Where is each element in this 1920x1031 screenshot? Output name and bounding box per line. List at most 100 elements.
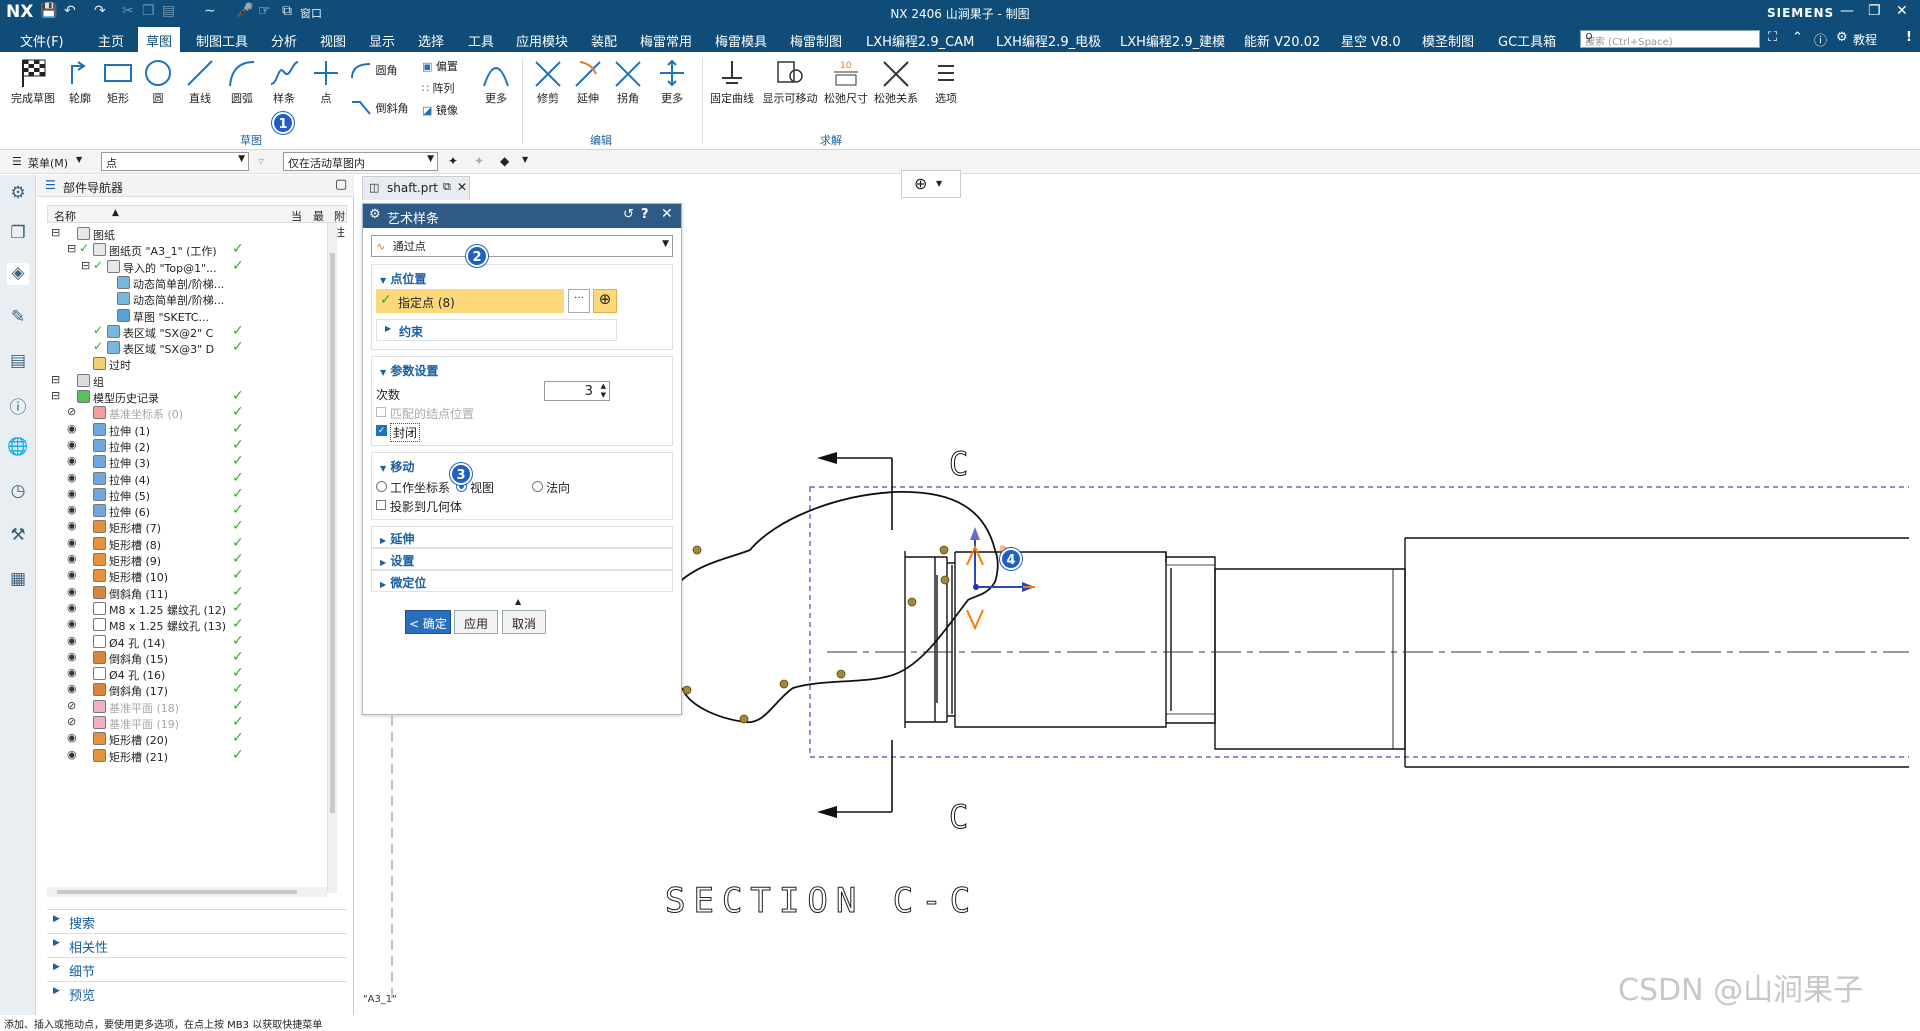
extend-section[interactable]: ▶ 延伸 <box>371 526 673 548</box>
reset-icon[interactable]: ↺ <box>623 207 634 222</box>
part-navigator-icon[interactable]: ◈ <box>7 263 29 285</box>
point-dialog-button[interactable]: … <box>568 289 590 313</box>
tab-display[interactable]: 显示 <box>369 31 395 50</box>
visibility-eye-icon[interactable]: ◉ <box>67 454 77 467</box>
assembly-navigator-icon[interactable]: ❐ <box>7 223 29 245</box>
spline-point[interactable] <box>682 685 692 695</box>
minimize-icon[interactable]: — <box>1840 3 1854 19</box>
visibility-eye-icon[interactable]: ◉ <box>67 552 77 565</box>
offset-button[interactable]: ▣ 偏置 <box>422 58 472 74</box>
line-button[interactable]: 直线 <box>182 58 218 106</box>
section-dependencies[interactable]: ▶ 相关性 <box>47 933 347 956</box>
tab-select[interactable]: 选择 <box>418 31 444 50</box>
maximize-icon[interactable]: ▢ <box>335 177 347 192</box>
options-button[interactable]: 选项 <box>928 58 964 106</box>
tab-applications[interactable]: 应用模块 <box>516 31 568 50</box>
close-icon[interactable]: ✕ <box>1896 3 1908 19</box>
spinner-icon[interactable]: ▲ ▼ <box>601 382 606 400</box>
expand-toggle-icon[interactable]: ⊟ <box>81 259 90 272</box>
tab-nengxin[interactable]: 能新 V20.02 <box>1244 31 1320 50</box>
radio-wcs[interactable] <box>376 481 387 492</box>
document-tab[interactable]: ◫ shaft.prt ⧉ ✕ <box>362 176 470 200</box>
expand-toggle-icon[interactable]: ⊟ <box>51 389 60 402</box>
move-header[interactable]: ▼ 移动 <box>380 458 414 475</box>
menu-icon[interactable]: ☰ <box>12 155 22 168</box>
specify-point-row[interactable]: ✓ 指定点 (8) <box>376 289 564 313</box>
info-icon[interactable]: ⓘ <box>7 393 29 418</box>
degree-input[interactable]: 3 ▲ ▼ <box>544 381 610 401</box>
visibility-eye-icon[interactable]: ◉ <box>67 650 77 663</box>
visibility-eye-icon[interactable]: ◉ <box>67 471 77 484</box>
fine-section[interactable]: ▶ 微定位 <box>371 570 673 592</box>
visibility-eye-icon[interactable]: ◉ <box>67 536 77 549</box>
visibility-eye-icon[interactable]: ◉ <box>67 519 77 532</box>
visibility-eye-icon[interactable]: ⊘ <box>67 405 76 418</box>
tab-mosheng[interactable]: 模圣制图 <box>1422 31 1474 50</box>
spline-point[interactable] <box>739 714 749 724</box>
expand-toggle-icon[interactable]: ⊟ <box>51 373 60 386</box>
col-latest[interactable]: 最 <box>313 208 324 224</box>
tab-analysis[interactable]: 分析 <box>271 31 297 50</box>
search-input[interactable]: 搜索 (Ctrl+Space) ⚲ <box>1580 30 1760 48</box>
point-button[interactable]: 点 <box>308 58 344 106</box>
sort-up-icon[interactable]: ▲ <box>112 208 119 218</box>
cancel-button[interactable]: 取消 <box>502 610 546 634</box>
visibility-eye-icon[interactable]: ◉ <box>67 617 77 630</box>
extend-button[interactable]: 延伸 <box>570 58 606 106</box>
spline-point[interactable] <box>836 669 846 679</box>
tab-meilei-mold[interactable]: 梅雷模具 <box>715 31 767 50</box>
circle-button[interactable]: 圆 <box>140 58 176 106</box>
visibility-eye-icon[interactable]: ◉ <box>67 422 77 435</box>
snap-point-widget[interactable]: ⊕ ▼ <box>901 170 961 198</box>
profile-button[interactable]: 轮廓 <box>62 58 98 106</box>
alert-icon[interactable]: ! <box>1906 30 1912 45</box>
visibility-eye-icon[interactable]: ◉ <box>67 585 77 598</box>
collapse-ribbon-icon[interactable]: ⌃ <box>1792 30 1803 45</box>
history-clock-icon[interactable]: ◷ <box>7 481 29 503</box>
navigator-menu-icon[interactable]: ☰ <box>45 178 56 192</box>
spline-defining-points[interactable] <box>682 545 950 724</box>
section-preview[interactable]: ▶ 预览 <box>47 981 347 1004</box>
close-icon[interactable]: ✕ <box>661 206 673 222</box>
pin-icon[interactable]: ⧉ <box>443 180 451 194</box>
tree-scrollbar[interactable] <box>327 223 337 893</box>
edit-more-button[interactable]: 更多 <box>652 58 692 106</box>
tab-assembly[interactable]: 装配 <box>591 31 617 50</box>
rectangle-button[interactable]: 矩形 <box>100 58 136 106</box>
point-snap-icon[interactable]: ◆ <box>500 154 509 168</box>
tutorial-icon[interactable]: ⚙ <box>1836 30 1848 45</box>
spline-type-select[interactable]: ∿ 通过点 ▼ <box>371 235 673 257</box>
visibility-eye-icon[interactable]: ⊘ <box>67 699 76 712</box>
apply-button[interactable]: 应用 <box>454 610 498 634</box>
tab-lxh-modeling[interactable]: LXH编程2.9_建模 <box>1120 31 1225 50</box>
visibility-eye-icon[interactable]: ◉ <box>67 634 77 647</box>
mirror-button[interactable]: ◪ 镜像 <box>422 102 472 118</box>
relax-dimension-button[interactable]: 10 松弛尺寸 <box>822 58 870 106</box>
col-current[interactable]: 当 <box>291 208 302 224</box>
spline-point[interactable] <box>939 545 949 555</box>
visibility-eye-icon[interactable]: ◉ <box>67 438 77 451</box>
tree-hscrollbar[interactable] <box>47 887 327 897</box>
pattern-button[interactable]: ∷ 阵列 <box>422 80 472 96</box>
tab-meilei-drafting[interactable]: 梅雷制图 <box>790 31 842 50</box>
tab-xingkong[interactable]: 星空 V8.0 <box>1341 31 1401 50</box>
tab-meilei-common[interactable]: 梅雷常用 <box>640 31 692 50</box>
help-icon[interactable]: ? <box>641 207 649 222</box>
trim-button[interactable]: 修剪 <box>530 58 566 106</box>
visibility-eye-icon[interactable]: ◉ <box>67 748 77 761</box>
tab-sketch[interactable]: 草图 <box>138 27 181 52</box>
snap-disabled-icon[interactable]: ✦ <box>474 154 484 168</box>
visibility-eye-icon[interactable]: ◉ <box>67 568 77 581</box>
help-icon[interactable]: ⓘ <box>1814 30 1827 49</box>
visibility-eye-icon[interactable]: ◉ <box>67 682 77 695</box>
chevron-down-icon[interactable]: ▼ <box>76 155 82 164</box>
finish-sketch-button[interactable]: 完成草图 <box>8 58 58 106</box>
relax-relation-button[interactable]: 松弛关系 <box>872 58 920 106</box>
spline-point[interactable] <box>940 575 950 585</box>
expand-toggle-icon[interactable]: ⊟ <box>51 226 60 239</box>
visibility-eye-icon[interactable]: ◉ <box>67 666 77 679</box>
fullscreen-icon[interactable]: ⛶ <box>1768 30 1777 45</box>
filter-icon[interactable]: ▿ <box>258 154 264 168</box>
web-browser-icon[interactable]: 🌐 <box>7 437 29 459</box>
point-inference-button[interactable]: ⊕ <box>593 289 617 313</box>
